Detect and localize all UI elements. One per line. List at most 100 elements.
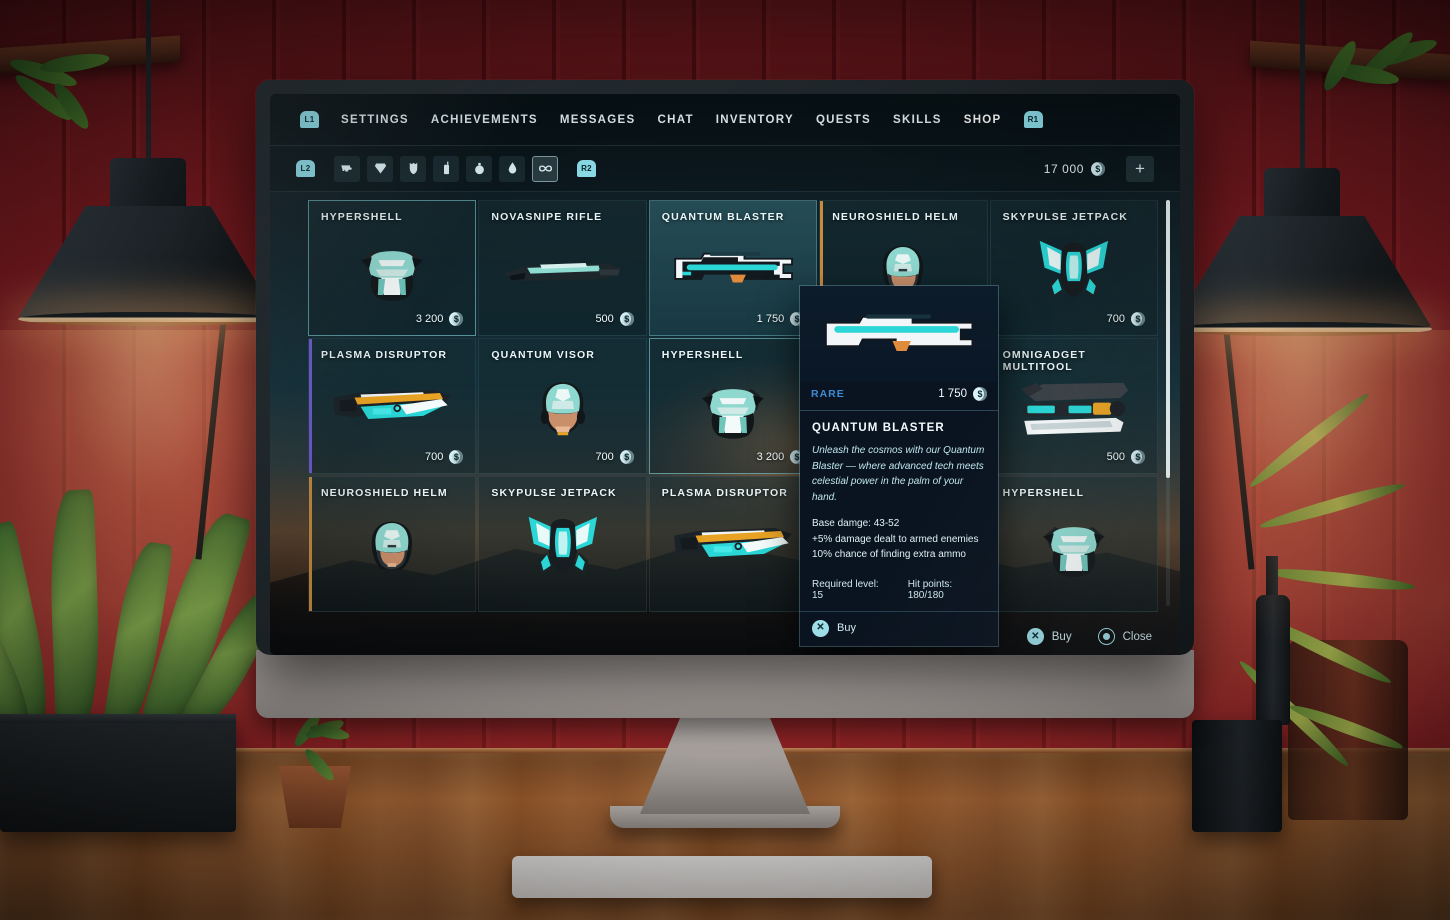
item-card[interactable]: QUANTUM VISOR 700 $ [478, 338, 647, 474]
item-artwork [991, 365, 1157, 451]
tooltip-buy-button[interactable]: ✕ Buy [800, 610, 998, 646]
item-card-price-value: 500 [1106, 451, 1125, 463]
tooltip-required-level: Required level: 15 [812, 578, 879, 601]
tooltip-item-art [800, 286, 998, 382]
grid-scrollbar[interactable] [1166, 200, 1170, 606]
currency-display: 17 000 $ [1043, 161, 1105, 176]
item-card-title: HYPERSHELL [321, 211, 403, 223]
nav-item-messages[interactable]: MESSAGES [560, 114, 636, 126]
lamp-cord [1300, 0, 1305, 180]
nav-item-achievements[interactable]: ACHIEVEMENTS [431, 114, 538, 126]
dark-cylinder-vase [1192, 720, 1282, 832]
item-card-price: 3 200 $ [757, 450, 805, 464]
lamp-cord [146, 0, 151, 170]
item-card-price: 700 $ [425, 450, 464, 464]
item-artwork [650, 227, 816, 313]
l1-shoulder-badge[interactable]: L1 [300, 111, 319, 128]
tooltip-footer-stats: Required level: 15 Hit points: 180/180 [812, 579, 986, 601]
item-grid-wrapper: HYPERSHELL 3 200 $ NOVASNIPE RIFLE 500 $ QUA… [270, 192, 1180, 647]
item-card[interactable]: SKYPULSE JETPACK 700 $ [989, 200, 1158, 336]
tooltip-body: QUANTUM BLASTER Unleash the cosmos with … [800, 411, 998, 611]
keyboard [512, 856, 932, 898]
r2-shoulder-badge[interactable]: R2 [577, 160, 596, 177]
footer-close-label: Close [1122, 630, 1152, 643]
tooltip-price-value: 1 750 [938, 388, 967, 400]
footer-close-button[interactable]: Close [1097, 628, 1152, 645]
lamp-rim-glow [1172, 322, 1432, 336]
item-card-price-value: 700 [425, 451, 444, 463]
footer-actions: ✕ Buy Close [1026, 628, 1152, 645]
item-card[interactable]: PLASMA DISRUPTOR [648, 476, 818, 612]
item-card[interactable]: OMNIGADGET MULTITOOL 500 $ [989, 338, 1158, 474]
lamp-cap [1264, 168, 1340, 224]
item-card[interactable]: HYPERSHELL [989, 476, 1158, 612]
add-currency-button[interactable]: + [1126, 155, 1154, 182]
item-card-title: OMNIGADGET MULTITOOL [1002, 349, 1086, 373]
circle-button-icon [1097, 628, 1115, 645]
lamp-cap [110, 158, 186, 214]
item-card-price-value: 700 [595, 451, 614, 463]
item-card-price-value: 3 200 [756, 451, 785, 463]
game-store-ui: L1 SETTINGS ACHIEVEMENTS MESSAGES CHAT I… [270, 94, 1180, 655]
nav-item-settings[interactable]: SETTINGS [341, 114, 409, 126]
item-card[interactable]: NOVASNIPE RIFLE 500 $ [478, 200, 647, 336]
grid-scrollbar-thumb[interactable] [1166, 200, 1170, 478]
coin-icon: $ [619, 450, 634, 464]
tooltip-meta-row: RARE 1 750 $ [800, 382, 998, 411]
item-grid: HYPERSHELL 3 200 $ NOVASNIPE RIFLE 500 $ QUA… [308, 200, 1158, 612]
nav-item-inventory[interactable]: INVENTORY [716, 114, 794, 126]
item-artwork [991, 503, 1157, 589]
item-card[interactable]: PLASMA DISRUPTOR 700 $ [308, 338, 477, 474]
l2-shoulder-badge[interactable]: L2 [296, 160, 315, 177]
potion-icon[interactable] [499, 155, 525, 182]
screen: L1 SETTINGS ACHIEVEMENTS MESSAGES CHAT I… [270, 94, 1180, 655]
item-card[interactable]: SKYPULSE JETPACK [478, 476, 647, 612]
item-card-price: 700 $ [595, 450, 634, 464]
footer-buy-button[interactable]: ✕ Buy [1026, 628, 1072, 645]
top-navigation-bar: L1 SETTINGS ACHIEVEMENTS MESSAGES CHAT I… [270, 94, 1180, 146]
item-detail-tooltip: RARE 1 750 $ QUANTUM BLASTER Unleash the… [800, 286, 998, 646]
tooltip-price: 1 750 $ [938, 387, 987, 401]
armor-vest-icon[interactable] [400, 155, 426, 182]
lamp-shade [18, 206, 278, 318]
gem-icon[interactable] [367, 155, 393, 182]
radio-icon[interactable] [433, 155, 459, 182]
pendant-lamp-left [0, 0, 308, 640]
grenade-icon[interactable] [466, 155, 492, 182]
monitor: L1 SETTINGS ACHIEVEMENTS MESSAGES CHAT I… [256, 80, 1194, 655]
r1-shoulder-badge[interactable]: R1 [1023, 111, 1043, 128]
item-card[interactable]: QUANTUM BLASTER 1 750 $ [648, 200, 818, 336]
item-card-title: QUANTUM BLASTER [661, 211, 785, 223]
item-card[interactable]: NEUROSHIELD HELM [308, 476, 477, 612]
tooltip-stat-armed-bonus: +5% damage dealt to armed enemies [812, 533, 979, 545]
coin-icon: $ [619, 312, 634, 326]
currency-amount: 17 000 [1043, 161, 1084, 176]
item-card-price: 700 $ [1107, 312, 1145, 326]
tooltip-item-description: Unleash the cosmos with our Quantum Blas… [812, 445, 985, 503]
item-card-title: PLASMA DISRUPTOR [321, 349, 448, 361]
item-card-title: PLASMA DISRUPTOR [661, 487, 788, 499]
infinity-icon[interactable] [532, 155, 558, 182]
coin-icon: $ [1091, 161, 1105, 176]
lamp-rim-glow [18, 312, 278, 326]
item-artwork [991, 227, 1157, 313]
item-card[interactable]: HYPERSHELL 3 200 $ [308, 200, 477, 336]
item-artwork [650, 503, 816, 589]
tooltip-hit-points: Hit points: 180/180 [907, 578, 953, 601]
item-card-title: SKYPULSE JETPACK [1002, 211, 1128, 223]
nav-item-quests[interactable]: QUESTS [816, 114, 871, 126]
item-artwork [309, 227, 475, 313]
item-artwork [479, 227, 645, 313]
item-card-title: NEUROSHIELD HELM [321, 487, 448, 499]
pistol-icon[interactable] [334, 155, 360, 182]
nav-item-skills[interactable]: SKILLS [893, 114, 942, 126]
tooltip-item-name: QUANTUM BLASTER [812, 422, 945, 434]
item-card[interactable]: HYPERSHELL 3 200 $ [648, 338, 818, 474]
item-artwork [309, 365, 475, 451]
item-card-price: 3 200 $ [416, 312, 464, 326]
nav-item-shop[interactable]: SHOP [964, 114, 1002, 126]
nav-item-chat[interactable]: CHAT [657, 114, 693, 126]
cross-button-icon: ✕ [812, 619, 829, 637]
tooltip-buy-label: Buy [837, 622, 856, 634]
room-scene: L1 SETTINGS ACHIEVEMENTS MESSAGES CHAT I… [0, 0, 1450, 920]
